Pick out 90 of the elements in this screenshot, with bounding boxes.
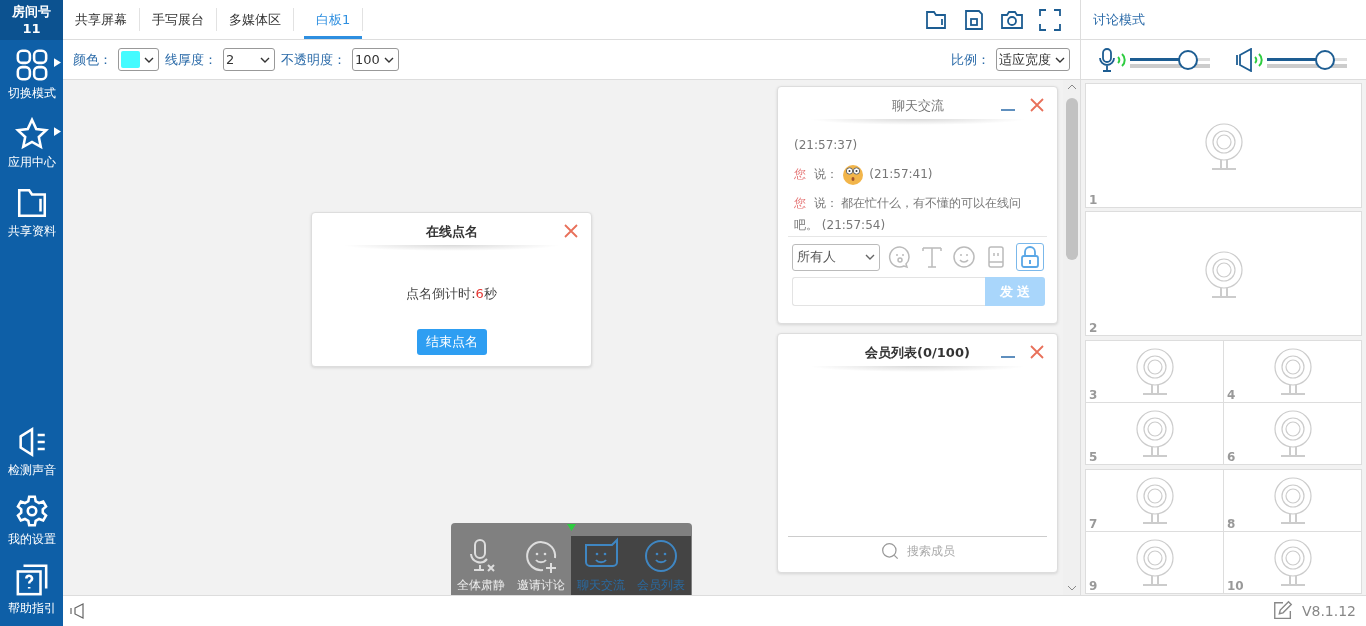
scrollbar[interactable]	[1063, 80, 1080, 595]
microphone-icon	[1099, 47, 1115, 72]
slot-number: 10	[1227, 579, 1244, 593]
star-icon	[14, 116, 49, 151]
room-label: 房间号	[12, 3, 51, 20]
version-label: V8.1.12	[1301, 603, 1356, 619]
dialog-title: 在线点名	[425, 223, 478, 241]
slot-number: 7	[1089, 517, 1098, 531]
settings-icon	[14, 493, 49, 528]
mode-title: 讨论模式	[1080, 0, 1366, 40]
dock-label: 全体肃静	[457, 577, 505, 594]
opacity-label: 不透明度：	[281, 50, 346, 69]
sidebar-label: 应用中心	[7, 153, 56, 171]
chat-message: 您 说： 都在忙什么，有不懂的可以在线问吧。 (21:57:54)	[794, 195, 1023, 234]
search-placeholder: 搜索成员	[906, 543, 955, 560]
close-icon[interactable]	[1029, 97, 1045, 113]
squares-icon	[14, 47, 49, 82]
slot-number: 3	[1089, 388, 1098, 402]
sidebar-item[interactable]: 检测声音	[0, 417, 63, 486]
chat-message: 您 说： (21:57:41)	[794, 162, 1031, 186]
tab[interactable]: 多媒体区	[217, 8, 294, 31]
sidebar-item[interactable]: 应用中心	[0, 109, 63, 178]
sidebar-item[interactable]: 切换模式	[0, 40, 63, 109]
sidebar-label: 帮助指引	[7, 599, 56, 617]
tab[interactable]: 共享屏幕	[63, 8, 140, 31]
slot-number: 6	[1227, 450, 1236, 464]
scroll-thumb[interactable]	[1065, 98, 1078, 260]
smiley-icon[interactable]	[952, 245, 976, 269]
chevron-down-icon	[1055, 55, 1065, 64]
chevron-down-icon	[144, 55, 154, 64]
triangle-indicator-icon	[567, 524, 576, 531]
sidebar-item[interactable]: 我的设置	[0, 486, 63, 555]
panel-title: 聊天交流	[891, 97, 944, 115]
search-icon	[880, 541, 901, 562]
message-input[interactable]	[792, 277, 985, 306]
smiley-icon	[642, 537, 680, 575]
save-icon[interactable]	[962, 7, 986, 32]
tab[interactable]: 白板1	[304, 0, 363, 39]
sidebar-label: 切换模式	[7, 84, 56, 102]
sidebar-label: 检测声音	[7, 461, 56, 479]
text-icon[interactable]	[920, 245, 944, 269]
slider-thumb[interactable]	[1314, 49, 1335, 70]
fullscreen-icon[interactable]	[1038, 7, 1062, 32]
edit-icon[interactable]	[1271, 600, 1294, 622]
dock-button[interactable]: 全体肃静	[451, 536, 511, 595]
slot-number: 2	[1089, 321, 1098, 335]
tab[interactable]: 手写展台	[140, 8, 217, 31]
countdown-text: 点名倒计时:6秒	[406, 285, 497, 303]
volume-slider[interactable]	[1267, 51, 1347, 68]
lock-button[interactable]	[1016, 243, 1044, 271]
slot-number: 1	[1089, 193, 1098, 207]
chevron-down-icon	[383, 55, 394, 64]
slot-number: 4	[1227, 388, 1236, 402]
sound-waves-icon	[1117, 51, 1126, 68]
whiteboard-canvas[interactable]: 在线点名 点名倒计时:6秒 结束点名 聊天交流 (21:57:37) 您 说： (21:57:41) 您 说： 都在忙什么，有不懂的可以在线问吧。 (21:57:54) 所有人 发 送 会员列表(0/100) 搜索成员 全体肃静 邀请讨论 聊天交流 会员列表	[63, 80, 1063, 595]
color-dropdown[interactable]	[118, 48, 159, 71]
opacity-dropdown[interactable]: 100	[352, 48, 399, 71]
slot-number: 8	[1227, 517, 1236, 531]
panel-title: 会员列表(0/100)	[865, 344, 970, 362]
chevron-down-icon	[865, 253, 875, 261]
chat-message: (21:57:37)	[794, 137, 859, 154]
speaker-icon[interactable]	[67, 601, 87, 621]
sidebar-label: 共享资料	[7, 222, 56, 240]
dock-label: 会员列表	[637, 577, 685, 594]
color-label: 颜色：	[73, 50, 112, 69]
slot-number: 9	[1089, 579, 1098, 593]
scale-label: 比例：	[951, 50, 990, 69]
question-icon	[14, 562, 49, 597]
sidebar-label: 我的设置	[7, 530, 56, 548]
chevron-down-icon	[260, 55, 270, 64]
sidebar-item[interactable]: 帮助指引	[0, 555, 63, 624]
room-number: 11	[22, 20, 41, 37]
dock-label: 邀请讨论	[517, 577, 565, 594]
dock-button[interactable]: 邀请讨论	[511, 536, 571, 595]
scroll-down-icon[interactable]	[1066, 585, 1077, 591]
slot-number: 5	[1089, 450, 1098, 464]
slider-thumb[interactable]	[1177, 49, 1198, 70]
close-icon[interactable]	[563, 223, 579, 239]
sound-waves-icon	[1254, 51, 1263, 68]
dock-label: 聊天交流	[577, 577, 625, 594]
sidebar-item[interactable]: 共享资料	[0, 178, 63, 247]
close-icon[interactable]	[1029, 344, 1045, 360]
recipient-dropdown[interactable]: 所有人	[792, 243, 880, 271]
thickness-dropdown[interactable]: 2	[223, 48, 275, 71]
scale-dropdown[interactable]: 适应宽度	[996, 48, 1070, 71]
volume-slider[interactable]	[1130, 51, 1210, 68]
speaker-icon	[1236, 47, 1252, 72]
thickness-label: 线厚度：	[165, 50, 217, 69]
face-bubble-icon[interactable]	[888, 245, 912, 269]
scroll-up-icon[interactable]	[1066, 84, 1077, 90]
